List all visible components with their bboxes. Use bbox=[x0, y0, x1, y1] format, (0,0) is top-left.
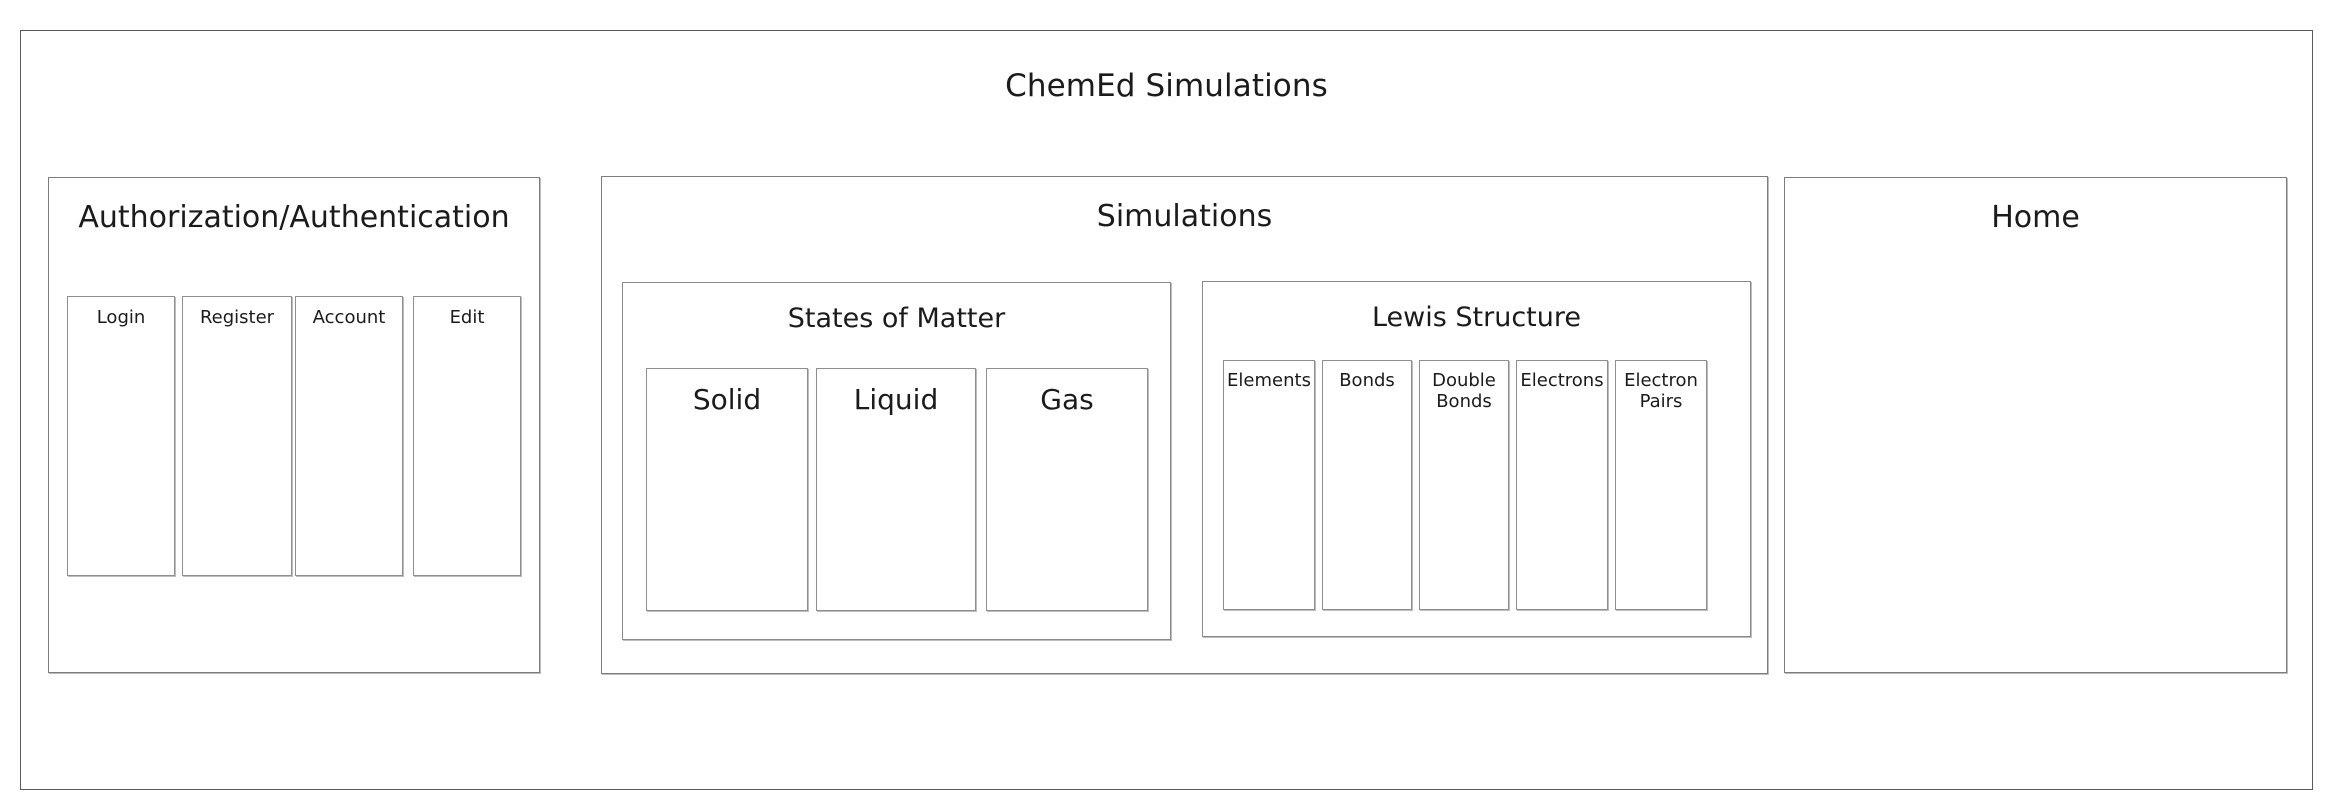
states-item-solid-label: Solid bbox=[692, 383, 762, 416]
lewis-item-electrons-label: Electrons bbox=[1520, 370, 1604, 391]
lewis-item-electron-pairs-label: Electron Pairs bbox=[1624, 370, 1698, 413]
group-lewis-structure-title: Lewis Structure bbox=[1371, 302, 1581, 333]
lewis-item-bonds-label: Bonds bbox=[1339, 370, 1395, 391]
application-frame: ChemEd Simulations Authorization/Authent… bbox=[20, 30, 2313, 790]
states-item-gas-label: Gas bbox=[1040, 383, 1094, 416]
lewis-item-double-bonds[interactable]: Double Bonds bbox=[1419, 360, 1509, 610]
panel-simulations[interactable]: Simulations States of Matter Solid Liqui… bbox=[601, 176, 1768, 674]
lewis-item-elements-label: Elements bbox=[1227, 370, 1311, 391]
auth-item-edit[interactable]: Edit bbox=[413, 296, 521, 576]
panel-authorization-authentication-title: Authorization/Authentication bbox=[78, 200, 510, 235]
panel-simulations-title: Simulations bbox=[1096, 199, 1273, 234]
states-item-liquid[interactable]: Liquid bbox=[816, 368, 976, 611]
lewis-item-double-bonds-label: Double Bonds bbox=[1432, 370, 1496, 413]
states-item-solid[interactable]: Solid bbox=[646, 368, 808, 611]
group-states-of-matter-title: States of Matter bbox=[787, 303, 1006, 334]
lewis-item-electrons[interactable]: Electrons bbox=[1516, 360, 1608, 610]
lewis-item-elements[interactable]: Elements bbox=[1223, 360, 1315, 610]
panel-home[interactable]: Home bbox=[1784, 177, 2287, 673]
auth-item-register[interactable]: Register bbox=[182, 296, 292, 576]
states-item-gas[interactable]: Gas bbox=[986, 368, 1148, 611]
auth-item-login[interactable]: Login bbox=[67, 296, 175, 576]
lewis-item-electron-pairs[interactable]: Electron Pairs bbox=[1615, 360, 1707, 610]
page-title: ChemEd Simulations bbox=[1005, 68, 1328, 104]
group-states-of-matter[interactable]: States of Matter Solid Liquid Gas bbox=[622, 282, 1171, 640]
lewis-item-bonds[interactable]: Bonds bbox=[1322, 360, 1412, 610]
auth-item-account-label: Account bbox=[312, 307, 386, 328]
group-lewis-structure[interactable]: Lewis Structure Elements Bonds Double Bo… bbox=[1202, 281, 1751, 637]
auth-item-login-label: Login bbox=[96, 307, 146, 328]
states-item-liquid-label: Liquid bbox=[853, 383, 939, 416]
auth-item-edit-label: Edit bbox=[449, 307, 485, 328]
auth-item-account[interactable]: Account bbox=[295, 296, 403, 576]
panel-authorization-authentication[interactable]: Authorization/Authentication Login Regis… bbox=[48, 177, 540, 673]
auth-item-register-label: Register bbox=[199, 307, 275, 328]
panel-home-title: Home bbox=[1991, 200, 2080, 235]
